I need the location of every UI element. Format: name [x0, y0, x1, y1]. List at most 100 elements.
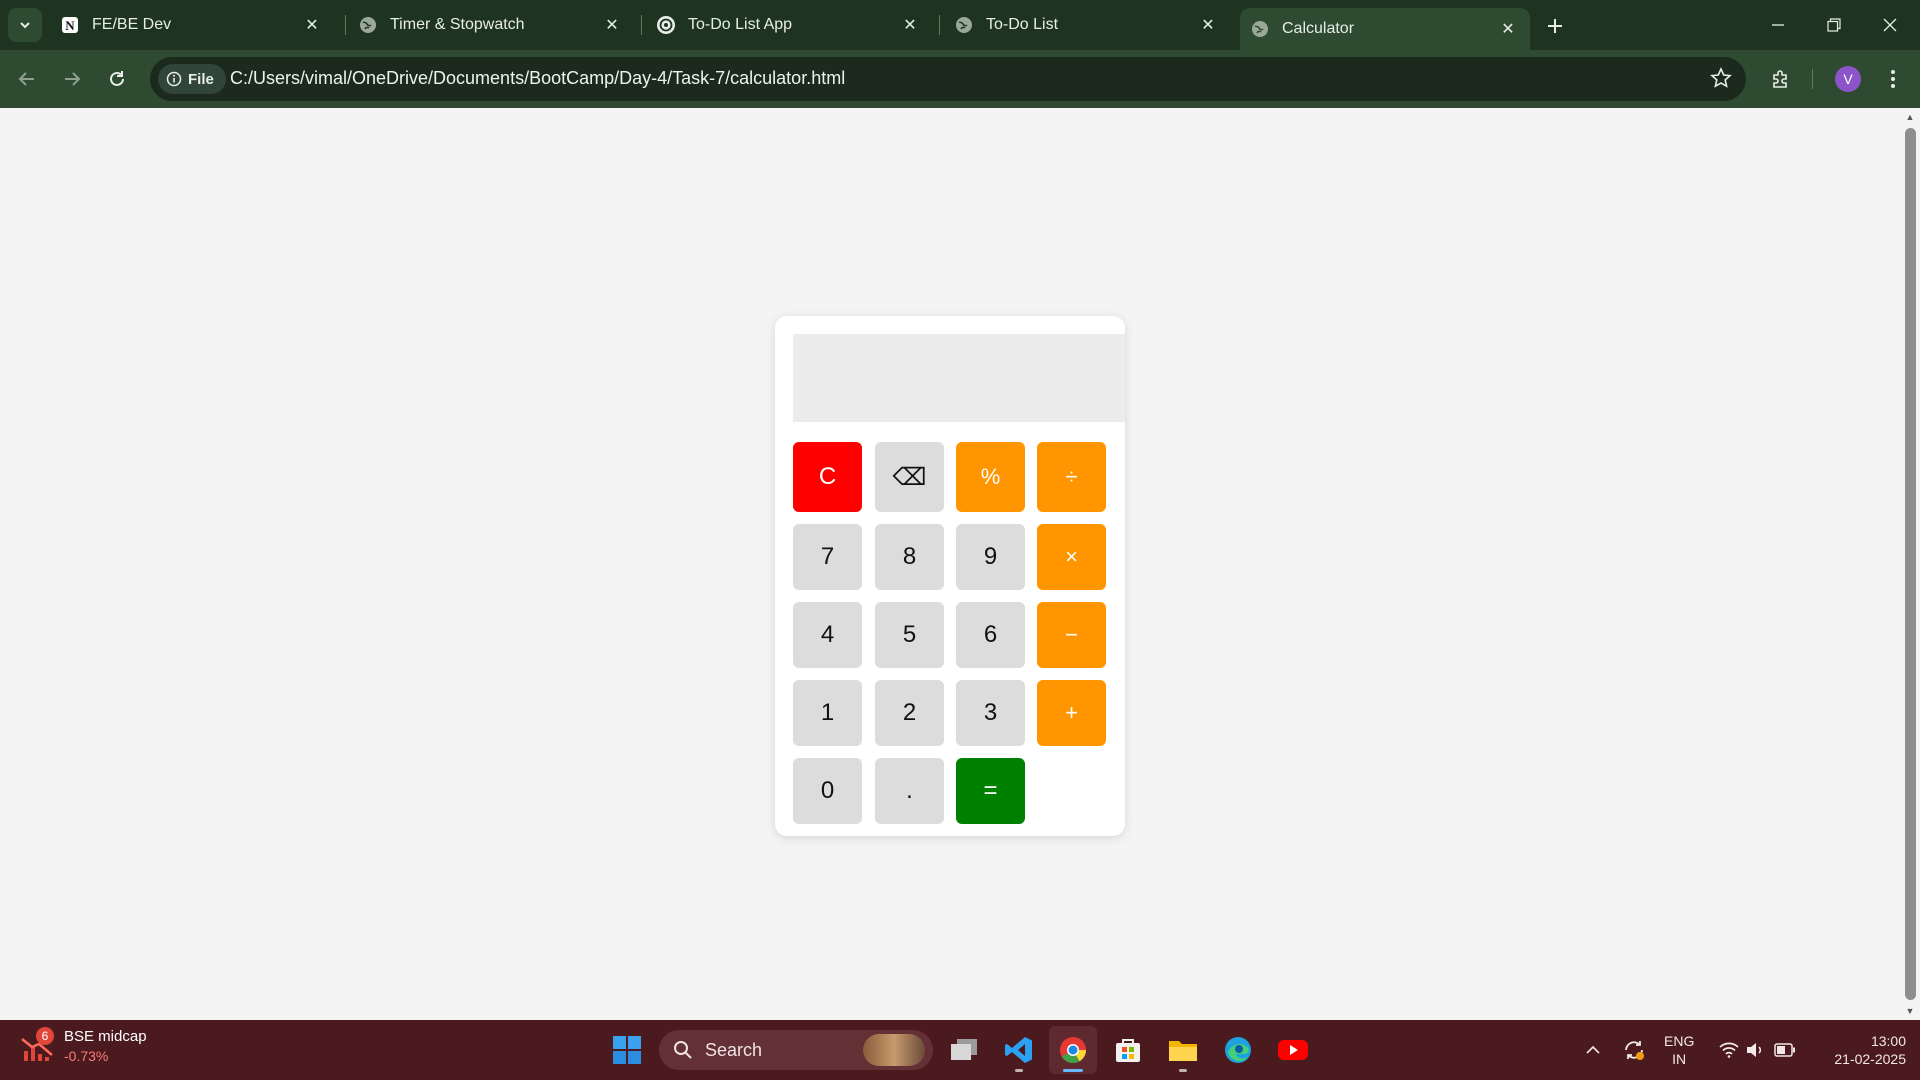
- tab-divider: [345, 15, 346, 35]
- menu-button[interactable]: [1878, 64, 1908, 94]
- language-code: ENG: [1664, 1033, 1695, 1049]
- vertical-scrollbar[interactable]: ▲ ▼: [1900, 108, 1920, 1020]
- tab-title: FE/BE Dev: [92, 16, 172, 33]
- key-1[interactable]: 1: [793, 680, 862, 746]
- tab-todo-list[interactable]: To-Do List ✕: [952, 0, 1228, 50]
- key-9[interactable]: 9: [956, 524, 1025, 590]
- running-indicator: [1179, 1069, 1187, 1072]
- battery-button[interactable]: [1770, 1020, 1800, 1080]
- region-code: IN: [1672, 1051, 1687, 1067]
- tab-calculator[interactable]: Calculator ✕: [1240, 8, 1530, 50]
- chrome-app[interactable]: [1049, 1026, 1097, 1074]
- vscode-icon: [1005, 1037, 1032, 1063]
- tab-todo-list-app[interactable]: To-Do List App ✕: [654, 0, 930, 50]
- more-vertical-icon: [1891, 70, 1895, 88]
- tab-timer-stopwatch[interactable]: Timer & Stopwatch ✕: [356, 0, 632, 50]
- key-6[interactable]: 6: [956, 602, 1025, 668]
- folder-icon: [1169, 1041, 1197, 1061]
- minimize-button[interactable]: [1750, 0, 1806, 50]
- tab-title: Calculator: [1282, 20, 1355, 37]
- stock-widget[interactable]: 6 BSE midcap -0.73%: [20, 1027, 147, 1064]
- page-viewport: C ⌫ % ÷ 7 8 9 × 4 5 6 − 1 2 3 + 0 . =: [0, 108, 1900, 1020]
- divide-button[interactable]: ÷: [1037, 442, 1106, 512]
- site-info-chip[interactable]: File: [158, 64, 226, 94]
- key-2[interactable]: 2: [875, 680, 944, 746]
- key-3[interactable]: 3: [956, 680, 1025, 746]
- show-hidden-icons-button[interactable]: [1578, 1020, 1608, 1080]
- scheme-label: File: [188, 70, 214, 88]
- tab-divider: [641, 15, 642, 35]
- close-icon[interactable]: ✕: [898, 13, 922, 37]
- chrome-icon: [1060, 1037, 1087, 1064]
- equals-button[interactable]: =: [956, 758, 1025, 824]
- active-indicator: [1063, 1069, 1083, 1072]
- language-indicator[interactable]: ENG IN: [1664, 1032, 1694, 1068]
- close-window-button[interactable]: [1862, 0, 1918, 50]
- close-icon[interactable]: ✕: [1196, 13, 1220, 37]
- bookmark-star-icon[interactable]: [1710, 67, 1732, 94]
- arrow-left-icon: [18, 72, 34, 86]
- notion-icon: N: [60, 15, 80, 35]
- youtube-app[interactable]: [1269, 1026, 1317, 1074]
- toolbar-divider: [1812, 69, 1813, 89]
- add-button[interactable]: +: [1037, 680, 1106, 746]
- scroll-thumb[interactable]: [1905, 128, 1916, 1000]
- close-icon[interactable]: ✕: [300, 13, 324, 37]
- back-button[interactable]: [12, 64, 42, 94]
- start-button[interactable]: [603, 1026, 651, 1074]
- key-0[interactable]: 0: [793, 758, 862, 824]
- taskbar: 6 BSE midcap -0.73% Search ENG IN 13:00 …: [0, 1020, 1920, 1080]
- address-bar[interactable]: File C:/Users/vimal/OneDrive/Documents/B…: [150, 57, 1746, 101]
- edge-app[interactable]: [1214, 1026, 1262, 1074]
- speaker-icon: [1747, 1043, 1762, 1057]
- tab-fe-be-dev[interactable]: N FE/BE Dev ✕: [56, 0, 332, 50]
- sync-status-button[interactable]: [1618, 1020, 1650, 1080]
- new-tab-button[interactable]: [1541, 12, 1569, 40]
- wifi-icon: [1719, 1042, 1739, 1058]
- restore-button[interactable]: [1806, 0, 1862, 50]
- tab-title: To-Do List App: [688, 16, 793, 33]
- profile-avatar[interactable]: V: [1835, 66, 1861, 92]
- backspace-button[interactable]: ⌫: [875, 442, 944, 512]
- reload-icon: [110, 71, 124, 86]
- multiply-button[interactable]: ×: [1037, 524, 1106, 590]
- task-view-button[interactable]: [940, 1026, 988, 1074]
- microsoft-store-app[interactable]: [1104, 1026, 1152, 1074]
- battery-icon: [1774, 1043, 1795, 1057]
- tab-strip: N FE/BE Dev ✕ Timer & Stopwatch ✕ To-Do …: [0, 0, 1920, 50]
- taskbar-search[interactable]: Search: [659, 1030, 933, 1070]
- forward-button[interactable]: [57, 64, 87, 94]
- volume-button[interactable]: [1742, 1020, 1768, 1080]
- close-icon[interactable]: ✕: [1496, 17, 1520, 41]
- wifi-button[interactable]: [1714, 1020, 1744, 1080]
- key-5[interactable]: 5: [875, 602, 944, 668]
- percent-button[interactable]: %: [956, 442, 1025, 512]
- file-explorer-app[interactable]: [1159, 1026, 1207, 1074]
- scroll-down-arrow-icon[interactable]: ▼: [1905, 1006, 1915, 1016]
- vscode-app[interactable]: [995, 1026, 1043, 1074]
- clock[interactable]: 13:00 21-02-2025: [1816, 1032, 1906, 1068]
- stock-chart-icon: 6: [20, 1027, 54, 1063]
- subtract-button[interactable]: −: [1037, 602, 1106, 668]
- chevron-down-icon: [20, 22, 30, 29]
- reload-button[interactable]: [102, 64, 132, 94]
- decimal-button[interactable]: .: [875, 758, 944, 824]
- url-text[interactable]: C:/Users/vimal/OneDrive/Documents/BootCa…: [230, 68, 845, 89]
- scroll-up-arrow-icon[interactable]: ▲: [1905, 112, 1915, 122]
- globe-icon: [1250, 19, 1270, 39]
- chevron-up-icon: [1586, 1045, 1600, 1054]
- key-4[interactable]: 4: [793, 602, 862, 668]
- close-icon[interactable]: ✕: [600, 13, 624, 37]
- search-label: Search: [705, 1039, 763, 1060]
- globe-icon: [954, 15, 974, 35]
- running-indicator: [1015, 1069, 1023, 1072]
- notification-badge: 6: [36, 1027, 54, 1045]
- clear-button[interactable]: C: [793, 442, 862, 512]
- widget-change: -0.73%: [64, 1048, 109, 1064]
- tab-divider: [939, 15, 940, 35]
- tab-search-button[interactable]: [8, 8, 42, 42]
- extensions-button[interactable]: [1766, 64, 1796, 94]
- key-8[interactable]: 8: [875, 524, 944, 590]
- key-7[interactable]: 7: [793, 524, 862, 590]
- info-icon: [166, 71, 182, 87]
